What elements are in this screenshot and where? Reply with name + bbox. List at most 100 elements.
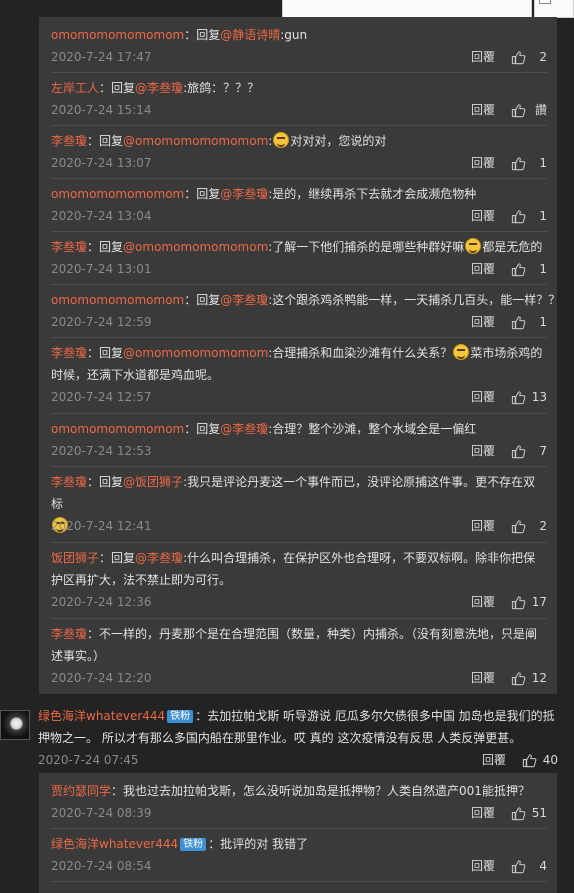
like-count: 1 [539, 209, 547, 223]
mention-link[interactable]: @饭团狮子 [123, 475, 183, 489]
like-button[interactable]: 40 [522, 751, 558, 769]
like-button[interactable]: 讚 [511, 101, 547, 119]
reply-body: :旅鸽：？？？ [183, 81, 260, 95]
reply-button[interactable]: 回覆 [471, 669, 495, 687]
avatar-image[interactable] [0, 710, 30, 740]
like-count: 讚 [534, 103, 547, 117]
mention-link[interactable]: @李叁瓊 [220, 422, 268, 436]
at-sign: @ [123, 240, 136, 254]
divider [51, 466, 547, 467]
reply-username[interactable]: 贾约瑟同学 [51, 784, 111, 798]
mention-link[interactable]: @omomomomomomom [123, 134, 268, 148]
colon: ： [87, 240, 100, 254]
reply-button[interactable]: 回覆 [471, 517, 495, 535]
colon: ： [99, 551, 112, 565]
reply-button[interactable]: 回覆 [471, 804, 495, 822]
at-sign: @ [220, 187, 233, 201]
top-input-edge[interactable] [282, 0, 532, 18]
colon: ： [87, 627, 100, 641]
like-button[interactable]: 17 [511, 593, 547, 611]
reply-username[interactable]: 李叁瓊 [51, 627, 87, 641]
reply-username[interactable]: 李叁瓊 [51, 134, 87, 148]
fan-badge: 铁粉 [167, 710, 194, 723]
reply-button[interactable]: 回覆 [471, 442, 495, 460]
reply-button[interactable]: 回覆 [471, 857, 495, 875]
mention-link[interactable]: @omomomomomomom [123, 346, 268, 360]
like-button[interactable]: 2 [511, 48, 547, 66]
like-button[interactable]: 1 [511, 207, 547, 225]
reply-username[interactable]: omomomomomomom [51, 187, 184, 201]
reply-button[interactable]: 回覆 [471, 48, 495, 66]
corner-button[interactable] [534, 0, 574, 18]
reply-prefix: 回复 [111, 551, 136, 565]
like-button[interactable]: 4 [511, 857, 547, 875]
reply-body: :gun [280, 28, 308, 42]
reply-username[interactable]: omomomomomomom [51, 28, 184, 42]
like-button[interactable]: 51 [511, 804, 547, 822]
like-count: 1 [539, 156, 547, 170]
like-button[interactable]: 1 [511, 260, 547, 278]
reply-username[interactable]: omomomomomomom [51, 422, 184, 436]
like-button[interactable]: 2 [511, 517, 547, 535]
like-button[interactable]: 12 [511, 669, 547, 687]
reply-text: 左岸工人：回复@李叁瓊:旅鸽：？？？ [51, 77, 547, 99]
like-count: 12 [531, 671, 547, 685]
mention-link[interactable]: @李叁瓊 [135, 551, 183, 565]
reply-username[interactable]: 李叁瓊 [51, 346, 87, 360]
like-button[interactable]: 7 [511, 442, 547, 460]
reply-button[interactable]: 回覆 [471, 101, 495, 119]
colon: ： [87, 346, 100, 360]
mention-link[interactable]: @omomomomomomom [123, 240, 268, 254]
reply-date: 2020-7-24 12:53 [51, 444, 152, 458]
reply-button[interactable]: 回覆 [471, 388, 495, 406]
reply-button[interactable]: 回覆 [471, 154, 495, 172]
mention-name: 李叁瓊 [232, 187, 269, 201]
mention-link[interactable]: @李叁瓊 [220, 293, 268, 307]
reply-username[interactable]: omomomomomomom [51, 293, 184, 307]
divider [51, 178, 547, 179]
reply-date: 2020-7-24 08:39 [51, 806, 152, 820]
reply-date: 2020-7-24 08:54 [51, 859, 152, 873]
reply-username[interactable]: 李叁瓊 [51, 475, 87, 489]
reply-username[interactable]: 绿色海洋whatever444 [51, 837, 178, 851]
reply-prefix: 回复 [196, 28, 221, 42]
colon: ： [184, 422, 197, 436]
reply-username[interactable]: 左岸工人 [51, 81, 99, 95]
thumbs-up-icon [511, 156, 526, 171]
thumbs-up-icon [511, 444, 526, 459]
reply-text: omomomomomomom：回复@静语诗晴:gun [51, 24, 547, 46]
reply-button[interactable]: 回覆 [471, 207, 495, 225]
like-button[interactable]: 1 [511, 313, 547, 331]
like-count: 51 [531, 806, 547, 820]
mention-link[interactable]: @静语诗晴 [220, 28, 280, 42]
like-button[interactable]: 13 [511, 388, 547, 406]
reply-prefix: 回复 [99, 240, 124, 254]
reply-date: 2020-7-24 12:41 [51, 519, 152, 533]
mention-link[interactable]: @李叁瓊 [220, 187, 268, 201]
reply-meta: 2020-7-24 12:36 回覆 17 [51, 593, 547, 611]
reply-body: 批评的对 我错了 [220, 837, 309, 851]
comment-username[interactable]: 绿色海洋whatever444 [38, 709, 165, 723]
thumbs-up-icon [511, 103, 526, 118]
reply-date: 2020-7-24 15:14 [51, 103, 152, 117]
reply-username[interactable]: 饭团狮子 [51, 551, 99, 565]
divider [51, 231, 547, 232]
thumbs-up-icon [522, 753, 537, 768]
mention-name: 李叁瓊 [147, 551, 184, 565]
reply-button[interactable]: 回覆 [471, 313, 495, 331]
reply-date: 2020-7-24 13:01 [51, 262, 152, 276]
like-button[interactable]: 1 [511, 154, 547, 172]
thumbs-up-icon [511, 315, 526, 330]
reply-meta: 2020-7-24 15:14 回覆 讚 [51, 101, 547, 119]
reply-body: 不一样的，丹麦那个是在合理范围（数量，种类）内捕杀。（没有刻意洗地，只是阐述事实… [51, 627, 538, 663]
reply-body: :合理？整个沙滩，整个水域全是一偏红 [268, 422, 477, 436]
reply-date: 2020-7-24 12:59 [51, 315, 152, 329]
reply-text: 李叁瓊：不一样的，丹麦那个是在合理范围（数量，种类）内捕杀。（没有刻意洗地，只是… [51, 623, 547, 667]
reply-meta: 2020-7-24 12:57 回覆 13 [51, 388, 547, 406]
reply-button[interactable]: 回覆 [471, 260, 495, 278]
mention-link[interactable]: @李叁瓊 [135, 81, 183, 95]
reply-button[interactable]: 回覆 [482, 751, 506, 769]
reply-button[interactable]: 回覆 [471, 593, 495, 611]
reply-username[interactable]: 李叁瓊 [51, 240, 87, 254]
reply-meta: 2020-7-24 12:41 回覆 2 [51, 517, 547, 535]
